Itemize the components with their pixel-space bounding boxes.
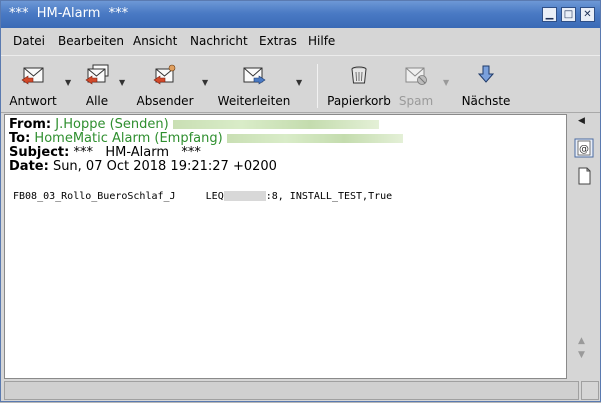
forward-label: Weiterleiten bbox=[217, 94, 291, 108]
menu-nachricht[interactable]: Nachricht bbox=[190, 34, 248, 48]
next-button[interactable]: Nächste bbox=[457, 58, 515, 112]
reply-label: Antwort bbox=[9, 94, 57, 108]
redacted-email bbox=[172, 120, 379, 129]
next-label: Nächste bbox=[461, 94, 511, 108]
to-key: To: bbox=[9, 131, 31, 146]
toolbar: Antwort ▼ Alle ▼ Absender ▼ Weiterleiten… bbox=[1, 55, 600, 113]
document-icon[interactable] bbox=[574, 166, 594, 186]
mail-viewer-window: *** HM-Alarm *** ▁ □ ✕ Datei Bearbeiten … bbox=[0, 0, 601, 402]
reply-button[interactable]: Antwort bbox=[5, 58, 61, 112]
redacted-serial bbox=[223, 191, 266, 201]
menu-bar: Datei Bearbeiten Ansicht Nachricht Extra… bbox=[1, 29, 600, 53]
attachment-at-icon[interactable]: @ bbox=[574, 138, 594, 158]
sender-dropdown-icon[interactable]: ▼ bbox=[202, 78, 208, 87]
date-value: Sun, 07 Oct 2018 19:21:27 +0200 bbox=[52, 159, 277, 174]
next-arrow-icon bbox=[477, 65, 495, 83]
menu-extras[interactable]: Extras bbox=[259, 34, 297, 48]
sender-icon bbox=[153, 64, 176, 85]
resize-grip[interactable] bbox=[581, 381, 599, 400]
side-panel: ◀ @ ▲ ▼ bbox=[569, 114, 599, 379]
minimize-button[interactable]: ▁ bbox=[542, 7, 557, 22]
reply-all-label: Alle bbox=[85, 94, 109, 108]
scroll-down-icon[interactable]: ▼ bbox=[578, 350, 585, 360]
spam-button[interactable]: Spam bbox=[395, 58, 437, 112]
body-text-part1: FB08_03_Rollo_BueroSchlaf_J LEQ bbox=[13, 191, 224, 202]
spam-icon bbox=[405, 67, 427, 85]
body-text-part2: :8, INSTALL_TEST,True bbox=[265, 191, 393, 202]
to-value[interactable]: HomeMatic Alarm (Empfang) bbox=[34, 131, 222, 146]
from-value[interactable]: J.Hoppe (Senden) bbox=[55, 117, 168, 132]
close-button[interactable]: ✕ bbox=[580, 7, 595, 22]
sender-button[interactable]: Absender bbox=[133, 58, 197, 112]
scroll-up-icon[interactable]: ▲ bbox=[578, 336, 585, 346]
from-key: From: bbox=[9, 117, 52, 132]
forward-button[interactable]: Weiterleiten bbox=[215, 58, 293, 112]
spam-dropdown-icon[interactable]: ▼ bbox=[443, 78, 449, 87]
trash-button[interactable]: Papierkorb bbox=[325, 58, 393, 112]
message-body: FB08_03_Rollo_BueroSchlaf_J LEQ :8, INSTA… bbox=[13, 191, 392, 202]
header-date: Date: Sun, 07 Oct 2018 19:21:27 +0200 bbox=[9, 159, 277, 174]
reply-all-icon bbox=[85, 64, 109, 85]
collapse-left-icon[interactable]: ◀ bbox=[578, 116, 585, 126]
subject-key: Subject: bbox=[9, 145, 70, 160]
reply-all-dropdown-icon[interactable]: ▼ bbox=[119, 78, 125, 87]
toolbar-separator bbox=[317, 64, 318, 108]
date-key: Date: bbox=[9, 159, 49, 174]
window-title: *** HM-Alarm *** bbox=[9, 6, 129, 21]
menu-bearbeiten[interactable]: Bearbeiten bbox=[58, 34, 124, 48]
reply-all-button[interactable]: Alle bbox=[75, 58, 119, 112]
status-bar bbox=[4, 381, 579, 400]
background-window-edge bbox=[0, 402, 601, 409]
header-to: To: HomeMatic Alarm (Empfang) bbox=[9, 131, 403, 146]
sender-label: Absender bbox=[136, 94, 194, 108]
maximize-button[interactable]: □ bbox=[561, 7, 576, 22]
redacted-email bbox=[226, 134, 403, 143]
header-subject: Subject: *** HM-Alarm *** bbox=[9, 145, 201, 160]
menu-ansicht[interactable]: Ansicht bbox=[133, 34, 177, 48]
reply-dropdown-icon[interactable]: ▼ bbox=[65, 78, 71, 87]
forward-icon bbox=[243, 67, 266, 85]
svg-text:@: @ bbox=[579, 144, 589, 155]
menu-hilfe[interactable]: Hilfe bbox=[308, 34, 335, 48]
spam-label: Spam bbox=[398, 94, 434, 108]
header-from: From: J.Hoppe (Senden) bbox=[9, 117, 379, 132]
forward-dropdown-icon[interactable]: ▼ bbox=[296, 78, 302, 87]
subject-value: *** HM-Alarm *** bbox=[73, 145, 201, 160]
menu-datei[interactable]: Datei bbox=[13, 34, 45, 48]
trash-label: Papierkorb bbox=[327, 94, 391, 108]
message-pane[interactable]: From: J.Hoppe (Senden) To: HomeMatic Ala… bbox=[4, 114, 567, 379]
title-bar[interactable]: *** HM-Alarm *** ▁ □ ✕ bbox=[1, 1, 600, 28]
reply-icon bbox=[21, 67, 44, 85]
trash-icon bbox=[351, 66, 367, 84]
